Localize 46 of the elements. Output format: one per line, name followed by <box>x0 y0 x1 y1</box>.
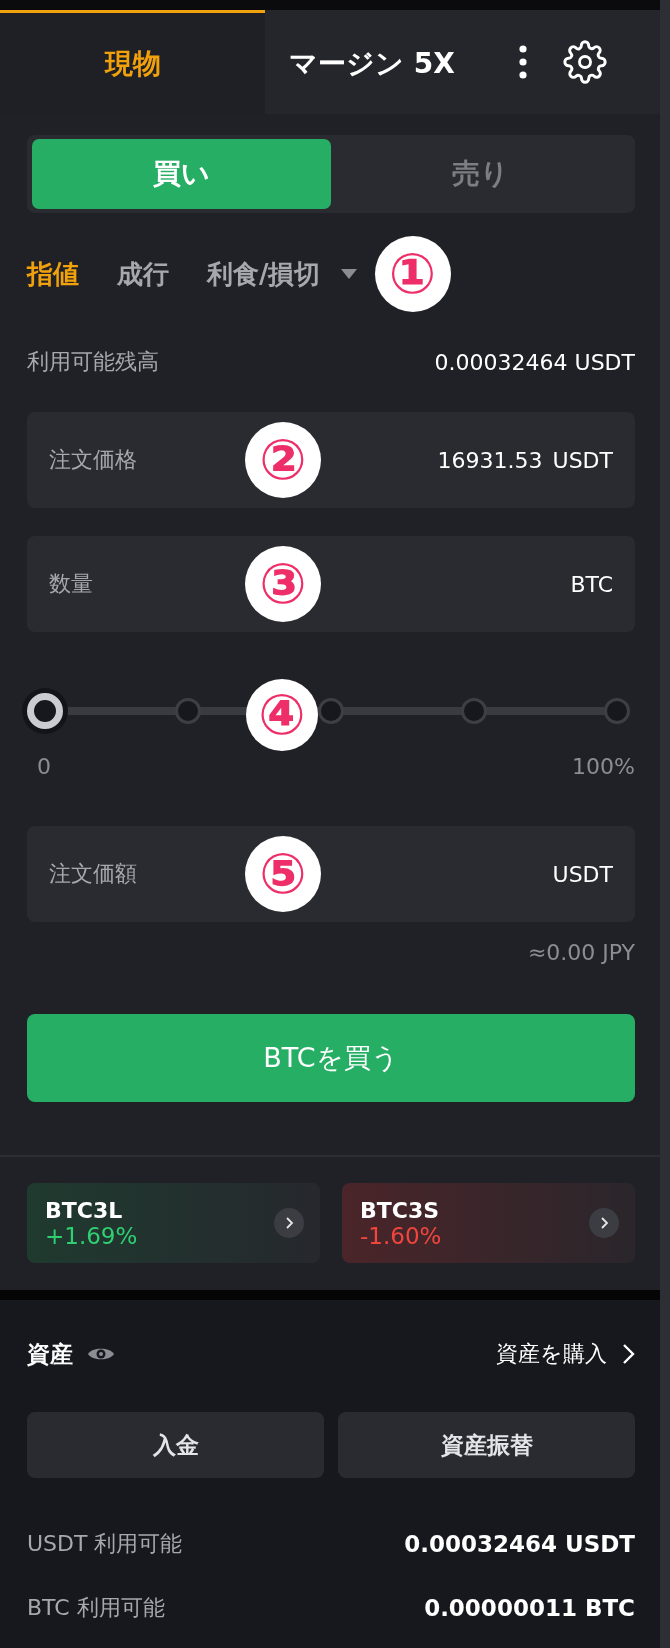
token-symbol: BTC3L <box>45 1197 124 1223</box>
asset-value: 0.00032464 USDT <box>404 1531 635 1557</box>
field-unit: BTC <box>570 571 613 597</box>
slider-stop[interactable] <box>175 698 201 724</box>
chevron-right-icon[interactable] <box>589 1208 619 1238</box>
caret-icon[interactable] <box>340 269 357 279</box>
token-change: -1.60% <box>360 1222 442 1249</box>
token-card[interactable]: BTC3L +1.69% <box>27 1183 320 1263</box>
more-icon[interactable] <box>518 45 527 79</box>
annotation-marker: ④ <box>248 681 316 749</box>
slider-min-label: 0 <box>37 754 51 779</box>
annotation-marker: ② <box>247 424 319 496</box>
input-field[interactable]: 数量 ③ BTC <box>27 536 635 632</box>
chevron-right-icon[interactable] <box>621 1342 635 1366</box>
field-value: 16931.53 <box>437 447 543 473</box>
asset-action-button[interactable]: 資産振替 <box>338 1412 635 1478</box>
conversion-text: ≈0.00 JPY <box>527 940 635 967</box>
token-card[interactable]: BTC3S -1.60% <box>342 1183 635 1263</box>
asset-label: BTC 利用可能 <box>27 1594 165 1622</box>
annotation-marker: ⑤ <box>247 838 319 910</box>
market-tab[interactable]: マージン 5X <box>265 10 479 114</box>
token-change: +1.69% <box>45 1222 138 1249</box>
slider-stop[interactable] <box>318 698 344 724</box>
slider-stop[interactable] <box>604 698 630 724</box>
assets-title: 資産 <box>27 1339 73 1369</box>
field-unit: USDT <box>552 861 613 887</box>
input-field[interactable]: 注文価格 ② 16931.53 USDT <box>27 412 635 508</box>
slider-stop[interactable] <box>461 698 487 724</box>
asset-action-button[interactable]: 入金 <box>27 1412 324 1478</box>
market-tab[interactable]: 現物 <box>0 10 265 114</box>
order-type-tab[interactable]: 成行 <box>117 256 169 292</box>
balance-label: 利用可能残高 <box>27 348 159 376</box>
token-symbol: BTC3S <box>360 1197 441 1223</box>
order-type-tab[interactable]: 利食/損切 <box>207 256 321 292</box>
order-type-tab[interactable]: 指値 <box>27 256 79 292</box>
balance-value: 0.00032464 USDT <box>434 349 635 375</box>
chevron-right-icon[interactable] <box>274 1208 304 1238</box>
settings-icon[interactable] <box>562 40 607 84</box>
field-unit: USDT <box>552 447 613 473</box>
asset-value: 0.00000011 BTC <box>424 1595 635 1621</box>
buy-assets-link[interactable]: 資産を購入 <box>496 1339 607 1369</box>
annotation-marker: ① <box>376 238 449 310</box>
input-field[interactable]: 注文価額 ⑤ USDT <box>27 826 635 922</box>
slider-max-label: 100% <box>572 754 635 779</box>
asset-label: USDT 利用可能 <box>27 1530 183 1558</box>
annotation-marker: ③ <box>247 548 319 620</box>
